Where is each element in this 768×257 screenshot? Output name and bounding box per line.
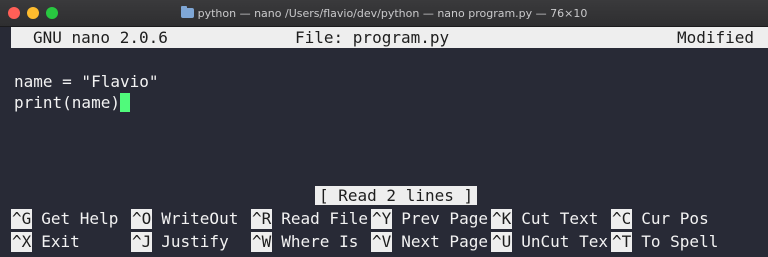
shortcut-key: ^U xyxy=(491,232,513,252)
editor-line-text: print(name) xyxy=(14,93,120,112)
shortcut-label: To Spell xyxy=(641,232,719,251)
file-name: File: program.py xyxy=(295,28,450,47)
text-cursor xyxy=(119,93,130,112)
shortcut-label: Next Page xyxy=(401,232,488,251)
shortcut-label: Where Is xyxy=(281,232,359,251)
title-bar: python — nano /Users/flavio/dev/python —… xyxy=(0,0,768,27)
nano-version: GNU nano 2.0.6 xyxy=(33,28,168,47)
shortcut-key: ^C xyxy=(611,209,633,229)
shortcut-key: ^J xyxy=(131,232,153,252)
shortcut-exit[interactable]: ^X Exit xyxy=(11,231,80,252)
status-message: [ Read 2 lines ] xyxy=(315,186,478,205)
shortcut-key: ^W xyxy=(251,232,273,252)
nano-screen[interactable]: GNU nano 2.0.6 File: program.py Modified… xyxy=(11,26,768,257)
window-title-wrap: python — nano /Users/flavio/dev/python —… xyxy=(0,0,768,26)
shortcut-key: ^R xyxy=(251,209,273,229)
shortcut-uncut-text[interactable]: ^U UnCut Tex xyxy=(491,231,608,252)
shortcut-next-page[interactable]: ^V Next Page xyxy=(371,231,488,252)
modified-status: Modified xyxy=(676,28,754,47)
window-title: python — nano /Users/flavio/dev/python —… xyxy=(197,6,588,20)
terminal-window: python — nano /Users/flavio/dev/python —… xyxy=(0,0,768,257)
shortcut-read-file[interactable]: ^R Read File xyxy=(251,208,368,229)
shortcut-label: Exit xyxy=(41,232,80,251)
shortcut-key: ^X xyxy=(11,232,33,252)
shortcut-to-spell[interactable]: ^T To Spell xyxy=(611,231,718,252)
shortcut-cut-text[interactable]: ^K Cut Text xyxy=(491,208,598,229)
shortcut-justify[interactable]: ^J Justify xyxy=(131,231,229,252)
shortcut-label: Prev Page xyxy=(401,209,488,228)
shortcut-label: Read File xyxy=(281,209,368,228)
editor-line-text: name = "Flavio" xyxy=(14,72,159,91)
shortcut-cur-pos[interactable]: ^C Cur Pos xyxy=(611,208,709,229)
editor-line[interactable]: name = "Flavio" xyxy=(14,71,159,92)
shortcut-label: Cur Pos xyxy=(641,209,709,228)
shortcut-label: UnCut Tex xyxy=(521,232,608,251)
shortcut-label: Get Help xyxy=(41,209,119,228)
shortcut-key: ^G xyxy=(11,209,33,229)
shortcut-key: ^Y xyxy=(371,209,393,229)
shortcut-label: Cut Text xyxy=(521,209,599,228)
shortcut-prev-page[interactable]: ^Y Prev Page xyxy=(371,208,488,229)
shortcut-key: ^T xyxy=(611,232,633,252)
shortcut-writeout[interactable]: ^O WriteOut xyxy=(131,208,238,229)
shortcut-label: WriteOut xyxy=(161,209,239,228)
shortcut-key: ^V xyxy=(371,232,393,252)
shortcut-get-help[interactable]: ^G Get Help xyxy=(11,208,118,229)
shortcut-key: ^O xyxy=(131,209,153,229)
editor-line[interactable]: print(name) xyxy=(14,92,130,113)
shortcut-label: Justify xyxy=(161,232,229,251)
shortcut-where-is[interactable]: ^W Where Is xyxy=(251,231,358,252)
nano-header: GNU nano 2.0.6 File: program.py Modified xyxy=(11,27,768,48)
folder-icon xyxy=(180,6,194,18)
shortcut-key: ^K xyxy=(491,209,513,229)
